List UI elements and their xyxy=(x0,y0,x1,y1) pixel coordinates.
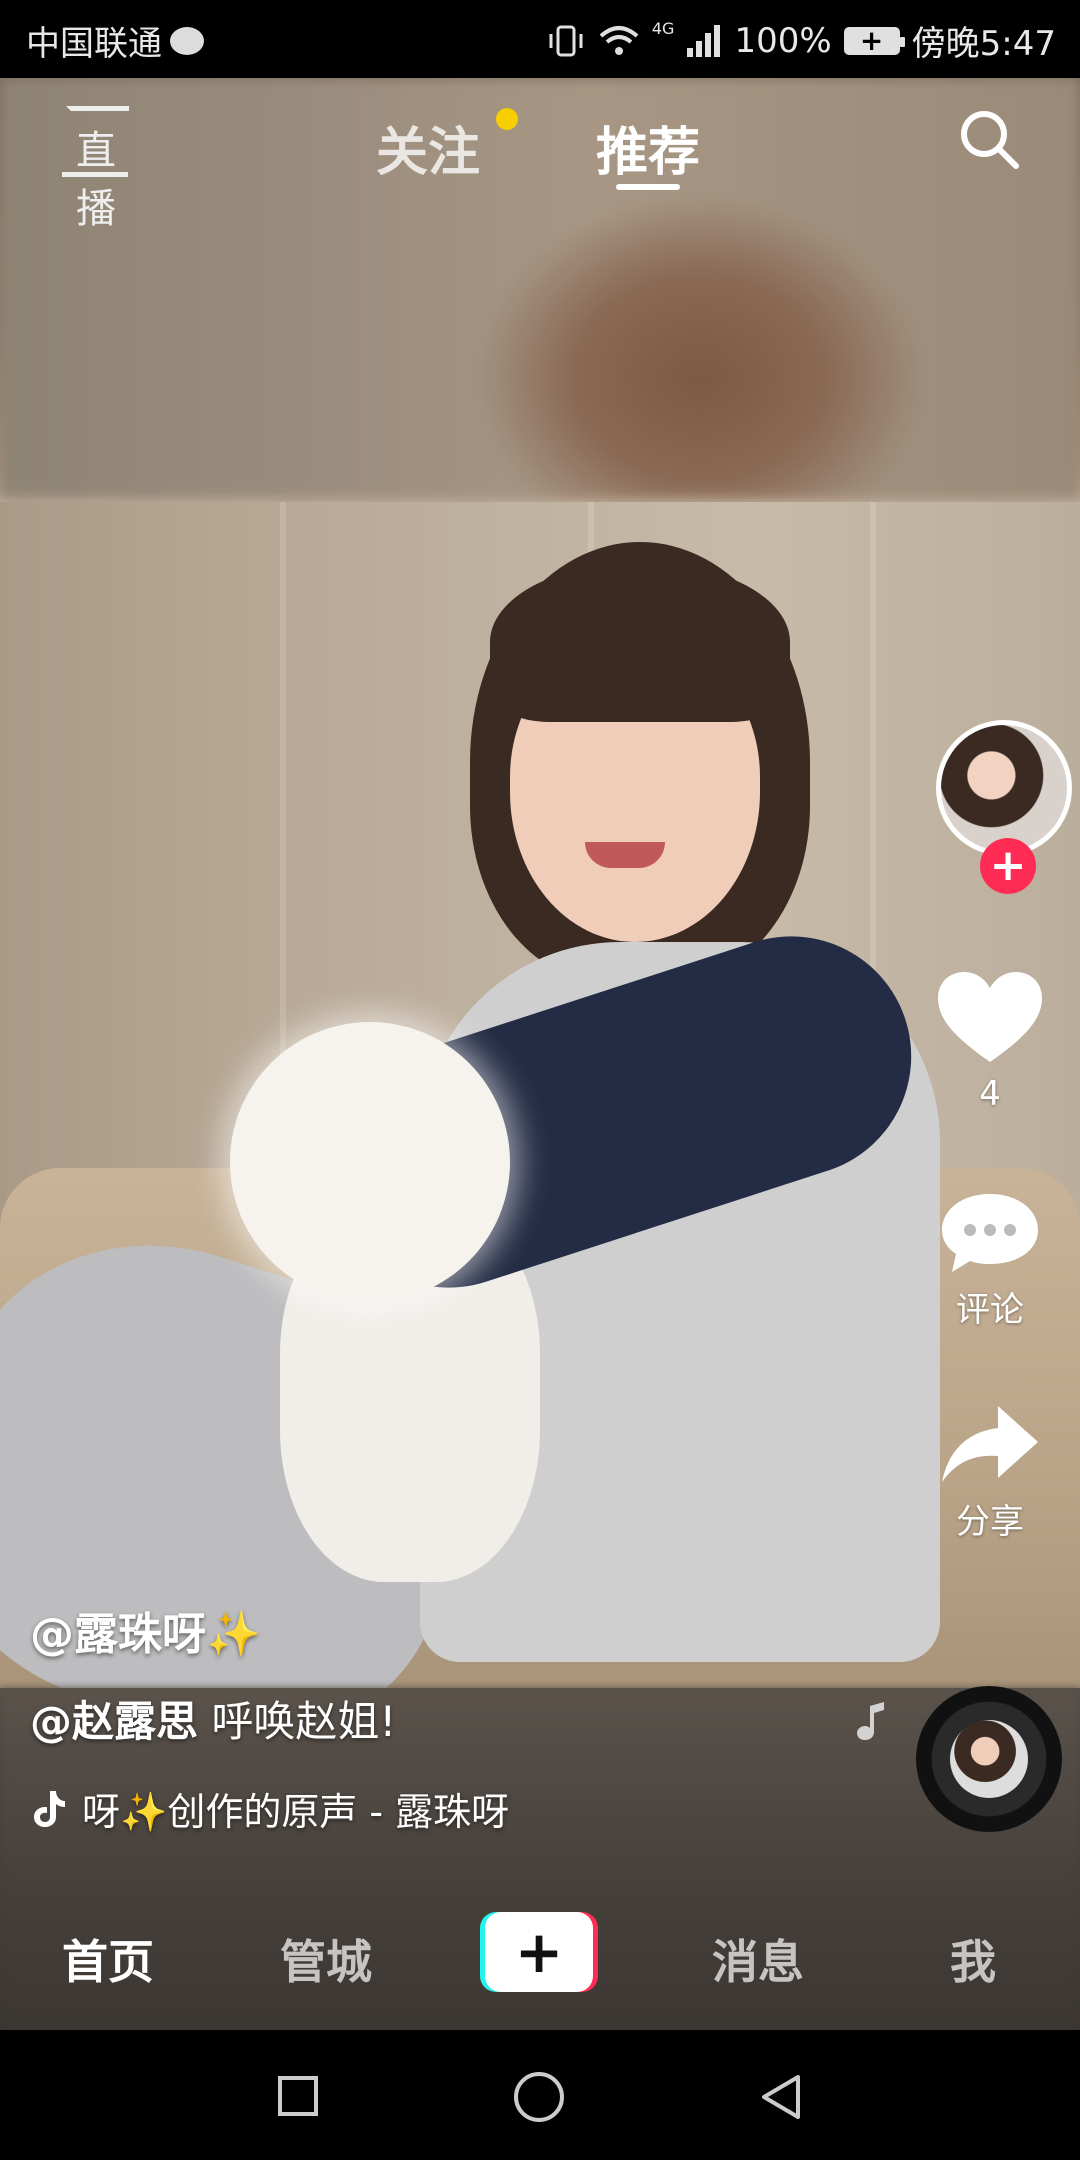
battery-percent: 100% xyxy=(734,20,832,61)
following-new-dot xyxy=(496,108,518,130)
search-icon[interactable] xyxy=(958,108,1020,170)
chat-notification-icon xyxy=(170,26,204,55)
wifi-icon xyxy=(599,25,639,55)
battery-icon: + xyxy=(843,24,905,57)
system-nav-bar xyxy=(0,2030,1080,2160)
carrier-label: 中国联通 xyxy=(26,24,162,64)
like-count: 4 xyxy=(979,1074,1001,1114)
home-icon[interactable] xyxy=(514,2072,564,2122)
description-text: 呼唤赵姐! xyxy=(211,1697,397,1746)
network-type: 4G xyxy=(651,19,675,38)
comment-icon[interactable] xyxy=(938,1190,1042,1274)
recents-icon[interactable] xyxy=(278,2076,318,2116)
person-bangs xyxy=(490,562,790,722)
comment-label: 评论 xyxy=(956,1290,1024,1330)
like-action[interactable]: 4 xyxy=(900,970,1080,1114)
music-note-icon xyxy=(857,1702,884,1740)
music-info[interactable]: 呀✨创作的原声 - 露珠呀 xyxy=(30,1781,790,1836)
active-tab-indicator xyxy=(616,184,680,190)
back-icon[interactable] xyxy=(756,2072,806,2122)
author-avatar[interactable] xyxy=(936,720,1072,856)
author-name[interactable]: @露珠呀✨ xyxy=(30,1598,790,1662)
bottom-tab-bar: 首页 管城 + 消息 我 xyxy=(0,1882,1080,2030)
plus-icon: + xyxy=(485,1912,593,1992)
tab-home[interactable]: 首页 xyxy=(62,1926,154,1992)
clock: 傍晚5:47 xyxy=(911,24,1056,64)
video-caption: @露珠呀✨ @赵露思 呼唤赵姐! 呀✨创作的原声 - 露珠呀 xyxy=(30,1598,790,1836)
tab-me[interactable]: 我 xyxy=(950,1926,996,1992)
share-action[interactable]: 分享 xyxy=(900,1402,1080,1543)
share-icon[interactable] xyxy=(938,1402,1042,1486)
cat-head xyxy=(230,1022,510,1302)
music-title: 呀✨创作的原声 - 露珠呀 xyxy=(82,1790,510,1834)
tiktok-note-icon xyxy=(34,1790,65,1827)
comment-action[interactable]: 评论 xyxy=(900,1190,1080,1331)
status-right: 4G 100% + 傍晚5:47 xyxy=(546,16,1056,65)
create-button[interactable]: + xyxy=(480,1912,598,1992)
share-label: 分享 xyxy=(956,1502,1024,1542)
signal-icon xyxy=(687,24,721,57)
heart-icon[interactable] xyxy=(936,970,1044,1066)
music-disc[interactable] xyxy=(916,1686,1062,1832)
tab-recommended[interactable]: 推荐 xyxy=(596,110,700,185)
follow-button[interactable]: + xyxy=(980,838,1036,894)
status-left: 中国联通 xyxy=(26,16,204,65)
vibrate-icon xyxy=(549,25,583,56)
tab-following[interactable]: 关注 xyxy=(376,110,480,185)
description: @赵露思 呼唤赵姐! xyxy=(30,1688,790,1749)
live-icon[interactable]: 直播 xyxy=(60,106,130,232)
music-cover xyxy=(950,1720,1028,1798)
top-nav: 直播 关注 推荐 xyxy=(0,78,1080,232)
status-bar: 中国联通 4G 100% + 傍晚5:47 xyxy=(0,0,1080,78)
mention-link[interactable]: @赵露思 xyxy=(30,1697,198,1746)
tab-messages[interactable]: 消息 xyxy=(712,1926,804,1992)
tab-mall[interactable]: 管城 xyxy=(280,1926,372,1992)
